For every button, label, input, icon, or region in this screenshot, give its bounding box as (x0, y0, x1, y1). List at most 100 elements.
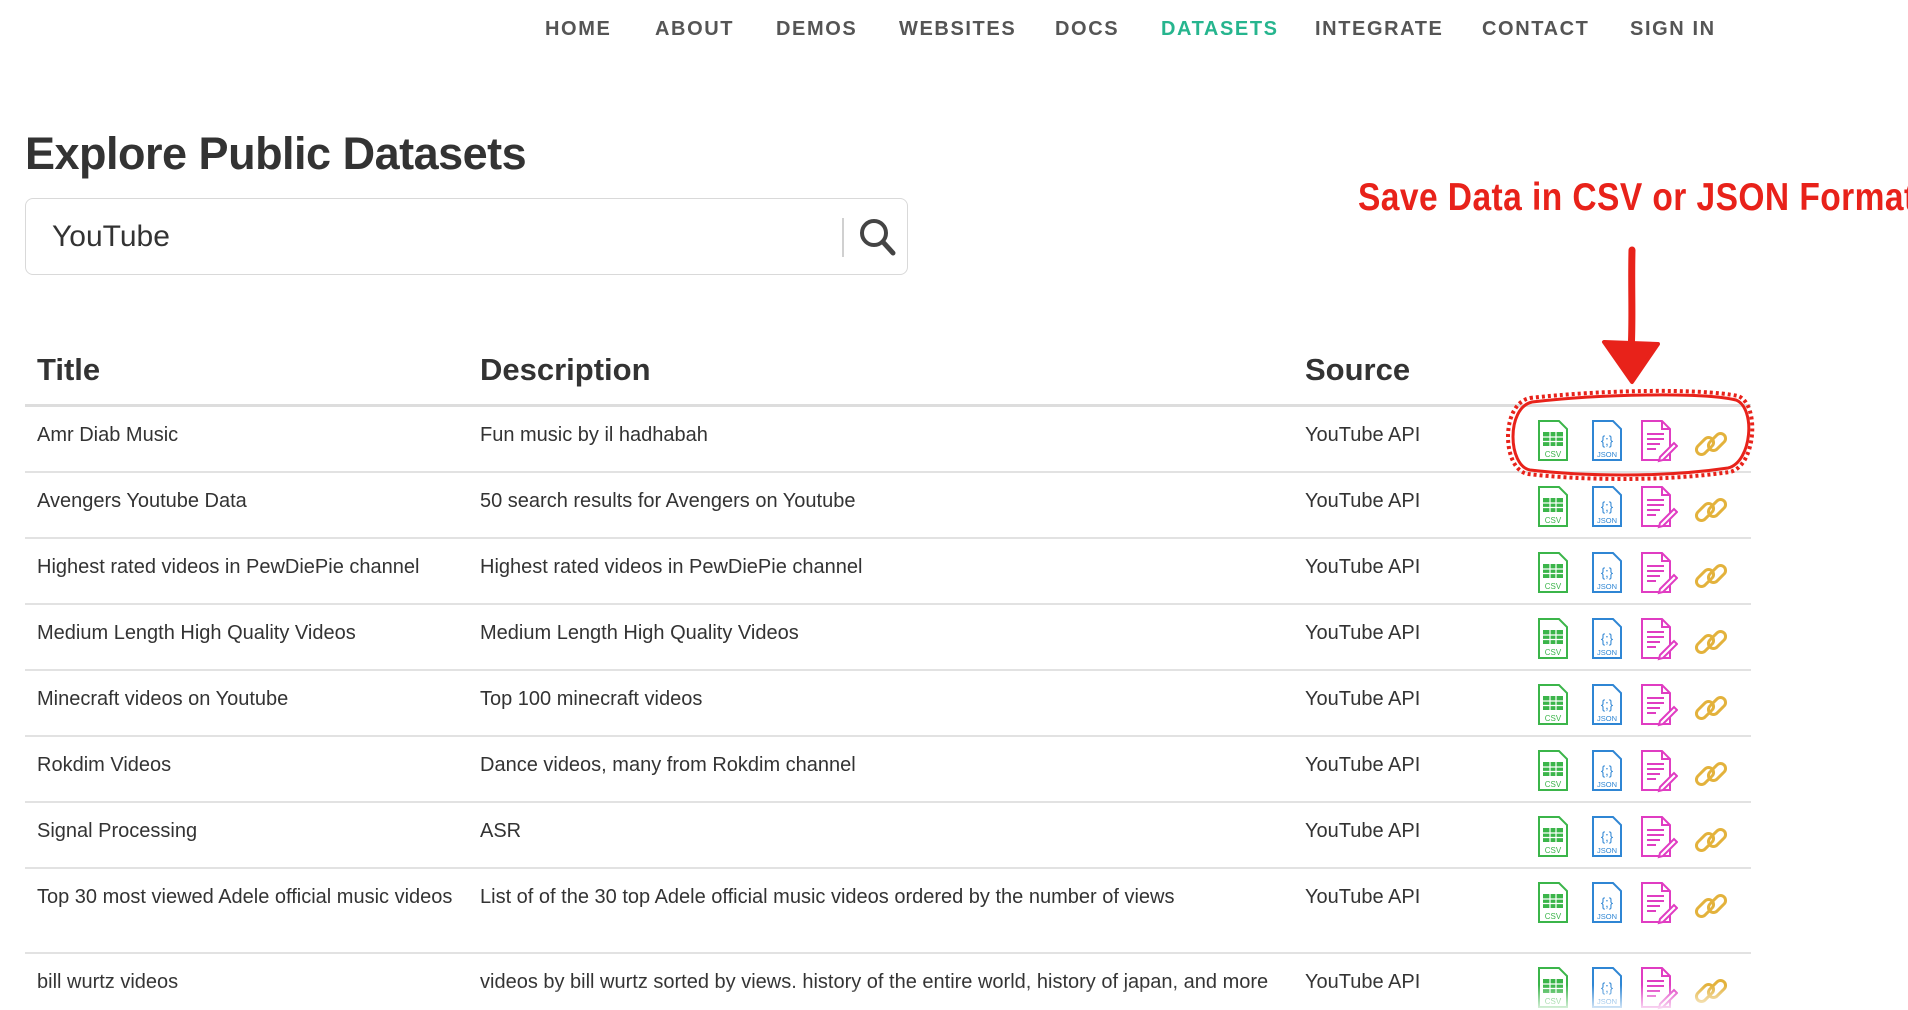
row-actions: CSV {;} JSON (1525, 683, 1765, 731)
csv-download-icon[interactable]: CSV (1533, 881, 1573, 925)
row-source: YouTube API (1305, 886, 1421, 908)
svg-text:{;}: {;} (1601, 565, 1614, 580)
nav-item-demos[interactable]: DEMOS (776, 18, 857, 41)
svg-text:JSON: JSON (1597, 912, 1617, 921)
svg-text:CSV: CSV (1545, 912, 1562, 921)
csv-download-icon[interactable]: CSV (1533, 485, 1573, 529)
row-description: List of of the 30 top Adele official mus… (480, 886, 1175, 908)
row-source: YouTube API (1305, 424, 1421, 446)
row-actions: CSV {;} JSON (1525, 881, 1765, 929)
svg-text:CSV: CSV (1545, 714, 1562, 723)
row-description: ASR (480, 820, 522, 842)
row-description: videos by bill wurtz sorted by views. hi… (480, 971, 1269, 993)
svg-text:{;}: {;} (1601, 697, 1614, 712)
row-title: bill wurtz videos (37, 971, 179, 993)
json-download-icon[interactable]: {;} JSON (1587, 683, 1627, 727)
row-title: Avengers Youtube Data (37, 490, 247, 512)
csv-download-icon[interactable]: CSV (1533, 683, 1573, 727)
row-title: Amr Diab Music (37, 424, 179, 446)
table-row: Avengers Youtube Data 50 search results … (25, 473, 1751, 539)
row-description: Medium Length High Quality Videos (480, 622, 799, 644)
column-header-title[interactable]: Title (37, 352, 100, 388)
csv-download-icon[interactable]: CSV (1533, 815, 1573, 859)
table-row: Amr Diab Music Fun music by il hadhabah … (25, 407, 1751, 473)
row-description: Fun music by il hadhabah (480, 424, 708, 446)
json-download-icon[interactable]: {;} JSON (1587, 551, 1627, 595)
nav-item-datasets[interactable]: DATASETS (1161, 18, 1279, 41)
edit-document-icon[interactable] (1638, 966, 1678, 1010)
nav-item-integrate[interactable]: INTEGRATE (1315, 18, 1443, 41)
nav-item-sign-in[interactable]: SIGN IN (1630, 18, 1716, 41)
json-download-icon[interactable]: {;} JSON (1587, 617, 1627, 661)
edit-document-icon[interactable] (1638, 881, 1678, 925)
nav-item-contact[interactable]: CONTACT (1482, 18, 1589, 41)
search-button[interactable] (852, 209, 904, 265)
table-row: Medium Length High Quality Videos Medium… (25, 605, 1751, 671)
nav-item-websites[interactable]: WEBSITES (899, 18, 1016, 41)
svg-text:JSON: JSON (1597, 582, 1617, 591)
table-row: Rokdim Videos Dance videos, many from Ro… (25, 737, 1751, 803)
edit-document-icon[interactable] (1638, 683, 1678, 727)
edit-document-icon[interactable] (1638, 815, 1678, 859)
edit-document-icon[interactable] (1638, 485, 1678, 529)
nav-item-docs[interactable]: DOCS (1055, 18, 1119, 41)
row-actions: CSV {;} JSON (1525, 551, 1765, 599)
link-icon[interactable] (1691, 884, 1731, 928)
annotation-arrowhead (1602, 340, 1660, 384)
csv-download-icon[interactable]: CSV (1533, 551, 1573, 595)
edit-document-icon[interactable] (1638, 419, 1678, 463)
search-divider (842, 218, 844, 257)
link-icon[interactable] (1691, 422, 1731, 466)
link-icon[interactable] (1691, 686, 1731, 730)
csv-download-icon[interactable]: CSV (1533, 749, 1573, 793)
row-title: Minecraft videos on Youtube (37, 688, 289, 710)
row-source: YouTube API (1305, 971, 1421, 993)
row-source: YouTube API (1305, 688, 1421, 710)
link-icon[interactable] (1691, 818, 1731, 862)
search-icon (860, 219, 896, 256)
link-icon[interactable] (1691, 969, 1731, 1010)
table-row: bill wurtz videos videos by bill wurtz s… (25, 954, 1751, 1010)
json-download-icon[interactable]: {;} JSON (1587, 749, 1627, 793)
link-icon[interactable] (1691, 554, 1731, 598)
svg-text:{;}: {;} (1601, 433, 1614, 448)
csv-download-icon[interactable]: CSV (1533, 617, 1573, 661)
column-header-description[interactable]: Description (480, 352, 651, 388)
row-actions: CSV {;} JSON (1525, 966, 1765, 1010)
json-download-icon[interactable]: {;} JSON (1587, 419, 1627, 463)
svg-text:{;}: {;} (1601, 631, 1614, 646)
row-actions: CSV {;} JSON (1525, 485, 1765, 533)
nav-item-about[interactable]: ABOUT (655, 18, 734, 41)
edit-document-icon[interactable] (1638, 617, 1678, 661)
row-actions: CSV {;} JSON (1525, 419, 1765, 467)
row-description: Highest rated videos in PewDiePie channe… (480, 556, 863, 578)
link-icon[interactable] (1691, 620, 1731, 664)
json-download-icon[interactable]: {;} JSON (1587, 815, 1627, 859)
csv-download-icon[interactable]: CSV (1533, 419, 1573, 463)
row-source: YouTube API (1305, 622, 1421, 644)
table-row: Highest rated videos in PewDiePie channe… (25, 539, 1751, 605)
svg-text:CSV: CSV (1545, 582, 1562, 591)
search-input[interactable] (52, 217, 832, 257)
svg-text:JSON: JSON (1597, 846, 1617, 855)
json-download-icon[interactable]: {;} JSON (1587, 881, 1627, 925)
edit-document-icon[interactable] (1638, 749, 1678, 793)
row-actions: CSV {;} JSON (1525, 815, 1765, 863)
svg-text:JSON: JSON (1597, 714, 1617, 723)
search-box (25, 198, 908, 275)
svg-text:{;}: {;} (1601, 499, 1614, 514)
csv-download-icon[interactable]: CSV (1533, 966, 1573, 1010)
column-header-source[interactable]: Source (1305, 352, 1410, 388)
link-icon[interactable] (1691, 752, 1731, 796)
json-download-icon[interactable]: {;} JSON (1587, 966, 1627, 1010)
edit-document-icon[interactable] (1638, 551, 1678, 595)
table-row: Signal Processing ASR YouTube API CSV {;… (25, 803, 1751, 869)
nav-item-home[interactable]: HOME (545, 18, 611, 41)
svg-text:CSV: CSV (1545, 648, 1562, 657)
svg-text:{;}: {;} (1601, 829, 1614, 844)
row-title: Rokdim Videos (37, 754, 172, 776)
json-download-icon[interactable]: {;} JSON (1587, 485, 1627, 529)
svg-text:CSV: CSV (1545, 997, 1562, 1006)
table-row: Minecraft videos on Youtube Top 100 mine… (25, 671, 1751, 737)
link-icon[interactable] (1691, 488, 1731, 532)
